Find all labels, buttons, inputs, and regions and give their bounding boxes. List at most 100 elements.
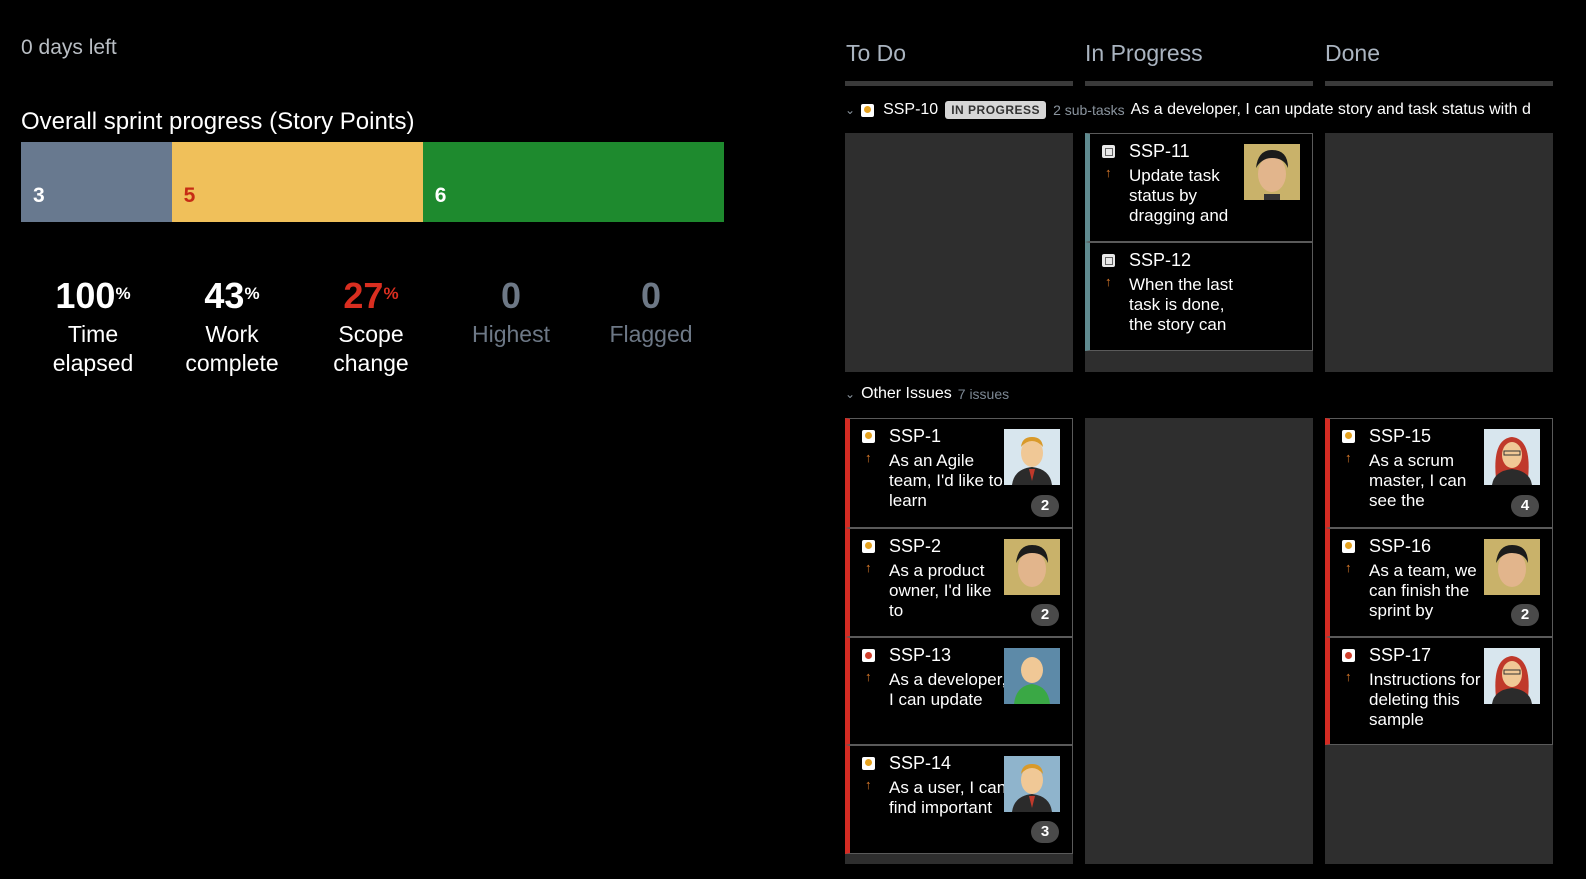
issue-key[interactable]: SSP-17 bbox=[1369, 645, 1431, 666]
issue-key[interactable]: SSP-2 bbox=[889, 536, 941, 557]
story-points-badge: 2 bbox=[1511, 604, 1539, 626]
priority-arrow-icon: ↑ bbox=[865, 560, 872, 575]
swimlane-header-ssp-10[interactable]: ⌄ SSP-10 IN PROGRESS 2 sub-tasks As a de… bbox=[845, 99, 1535, 121]
story-icon bbox=[1342, 540, 1355, 553]
stat-unit: % bbox=[383, 284, 399, 303]
subtask-icon bbox=[1102, 145, 1115, 158]
issue-key[interactable]: SSP-11 bbox=[1129, 141, 1190, 162]
chevron-down-icon[interactable]: ⌄ bbox=[845, 103, 855, 117]
issue-summary: Update task status by dragging and bbox=[1129, 166, 1229, 225]
issue-key[interactable]: SSP-1 bbox=[889, 426, 941, 447]
column-rule bbox=[845, 81, 1073, 86]
done-segment: 6 bbox=[422, 142, 724, 222]
todo-column-cell bbox=[845, 133, 1073, 372]
stat-label: Scope bbox=[338, 321, 404, 347]
stat-label: Flagged bbox=[609, 321, 693, 347]
story-icon bbox=[862, 540, 875, 553]
swimlane-summary: As a developer, I can update story and t… bbox=[1130, 101, 1531, 118]
issue-card-ssp-14[interactable]: ↑ SSP-14 As a user, I can find important… bbox=[845, 745, 1073, 854]
issue-key[interactable]: SSP-14 bbox=[889, 753, 951, 774]
done-points: 6 bbox=[434, 184, 447, 207]
issue-key[interactable]: SSP-16 bbox=[1369, 536, 1431, 557]
other-issues-title[interactable]: Other Issues bbox=[861, 385, 952, 403]
stat-unit: % bbox=[115, 284, 131, 303]
avatar bbox=[1004, 539, 1060, 595]
issue-card-ssp-12[interactable]: ↑ SSP-12 When the last task is done, the… bbox=[1085, 242, 1313, 351]
bug-icon bbox=[1342, 649, 1355, 662]
stat-label: Highest bbox=[472, 321, 550, 347]
story-points-badge: 2 bbox=[1031, 604, 1059, 626]
stat-value: 43 bbox=[204, 275, 245, 316]
stat-label-2: complete bbox=[185, 350, 279, 376]
in-progress-segment: 5 bbox=[171, 142, 423, 222]
avatar bbox=[1004, 756, 1060, 812]
bug-icon bbox=[862, 649, 875, 662]
stat-unit: % bbox=[244, 284, 260, 303]
story-icon bbox=[862, 757, 875, 770]
issue-card-ssp-2[interactable]: ↑ SSP-2 As a product owner, I'd like to … bbox=[845, 528, 1073, 637]
column-header-done: Done bbox=[1325, 40, 1380, 66]
todo-points: 3 bbox=[33, 184, 45, 207]
issue-card-ssp-15[interactable]: ↑ SSP-15 As a scrum master, I can see th… bbox=[1325, 418, 1553, 528]
in-progress-points: 5 bbox=[183, 184, 196, 207]
story-icon bbox=[1342, 430, 1355, 443]
avatar bbox=[1004, 429, 1060, 485]
issue-card-ssp-1[interactable]: ↑ SSP-1 As an Agile team, I'd like to le… bbox=[845, 418, 1073, 528]
stat-value: 27 bbox=[343, 275, 384, 316]
issue-card-ssp-16[interactable]: ↑ SSP-16 As a team, we can finish the sp… bbox=[1325, 528, 1553, 637]
issue-summary: As an Agile team, I'd like to learn bbox=[889, 451, 1003, 510]
issue-summary: As a user, I can find important bbox=[889, 778, 1007, 817]
in-progress-column-cell bbox=[1085, 418, 1313, 864]
avatar bbox=[1484, 429, 1540, 485]
done-column-cell bbox=[1325, 133, 1553, 372]
story-icon bbox=[861, 103, 875, 117]
issue-summary: As a team, we can finish the sprint by bbox=[1369, 561, 1477, 620]
issue-card-ssp-17[interactable]: ↑ SSP-17 Instructions for deleting this … bbox=[1325, 637, 1553, 745]
stat-highest: 0 Highest bbox=[441, 278, 581, 349]
story-points-badge: 3 bbox=[1031, 821, 1059, 843]
swimlane-key[interactable]: SSP-10 bbox=[883, 101, 938, 119]
issue-count: 7 issues bbox=[957, 386, 1010, 402]
stat-label-2: change bbox=[333, 350, 409, 376]
issue-summary: When the last task is done, the story ca… bbox=[1129, 275, 1233, 334]
subtask-count: 2 sub-tasks bbox=[1053, 102, 1125, 118]
days-left: 0 days left bbox=[21, 36, 117, 59]
stat-value: 100 bbox=[55, 275, 116, 316]
avatar bbox=[1484, 539, 1540, 595]
stat-time-elapsed: 100% Time elapsed bbox=[23, 278, 163, 378]
priority-arrow-icon: ↑ bbox=[865, 777, 872, 792]
story-points-badge: 2 bbox=[1031, 495, 1059, 517]
priority-arrow-icon: ↑ bbox=[1105, 165, 1112, 180]
issue-key[interactable]: SSP-12 bbox=[1129, 250, 1191, 271]
stat-value: 0 bbox=[640, 275, 662, 316]
avatar bbox=[1004, 648, 1060, 704]
priority-arrow-icon: ↑ bbox=[1105, 274, 1112, 289]
status-badge: IN PROGRESS bbox=[945, 101, 1047, 119]
stat-label-2: elapsed bbox=[52, 350, 134, 376]
todo-segment: 3 bbox=[21, 142, 172, 222]
priority-arrow-icon: ↑ bbox=[865, 450, 872, 465]
issue-summary: As a product owner, I'd like to bbox=[889, 561, 992, 620]
stat-scope-change: 27% Scope change bbox=[301, 278, 441, 378]
stat-label: Time bbox=[67, 321, 119, 347]
avatar bbox=[1244, 144, 1300, 200]
chevron-down-icon[interactable]: ⌄ bbox=[845, 387, 855, 401]
issue-card-ssp-13[interactable]: ↑ SSP-13 As a developer, I can update bbox=[845, 637, 1073, 745]
column-rule bbox=[1085, 81, 1313, 86]
priority-arrow-icon: ↑ bbox=[1345, 450, 1352, 465]
issue-summary: Instructions for deleting this sample bbox=[1369, 670, 1481, 729]
column-header-in-progress: In Progress bbox=[1085, 40, 1203, 66]
priority-arrow-icon: ↑ bbox=[1345, 560, 1352, 575]
sprint-progress-bar: 3 5 6 bbox=[21, 142, 724, 222]
story-points-badge: 4 bbox=[1511, 495, 1539, 517]
issue-key[interactable]: SSP-15 bbox=[1369, 426, 1431, 447]
issue-card-ssp-11[interactable]: ↑ SSP-11 Update task status by dragging … bbox=[1085, 133, 1313, 242]
issue-summary: As a developer, I can update bbox=[889, 670, 1007, 709]
swimlane-header-other-issues[interactable]: ⌄ Other Issues 7 issues bbox=[845, 385, 1009, 403]
issue-key[interactable]: SSP-13 bbox=[889, 645, 951, 666]
stat-value: 0 bbox=[500, 275, 522, 316]
column-header-todo: To Do bbox=[846, 40, 907, 66]
avatar bbox=[1484, 648, 1540, 704]
priority-arrow-icon: ↑ bbox=[865, 669, 872, 684]
stat-flagged: 0 Flagged bbox=[581, 278, 721, 349]
